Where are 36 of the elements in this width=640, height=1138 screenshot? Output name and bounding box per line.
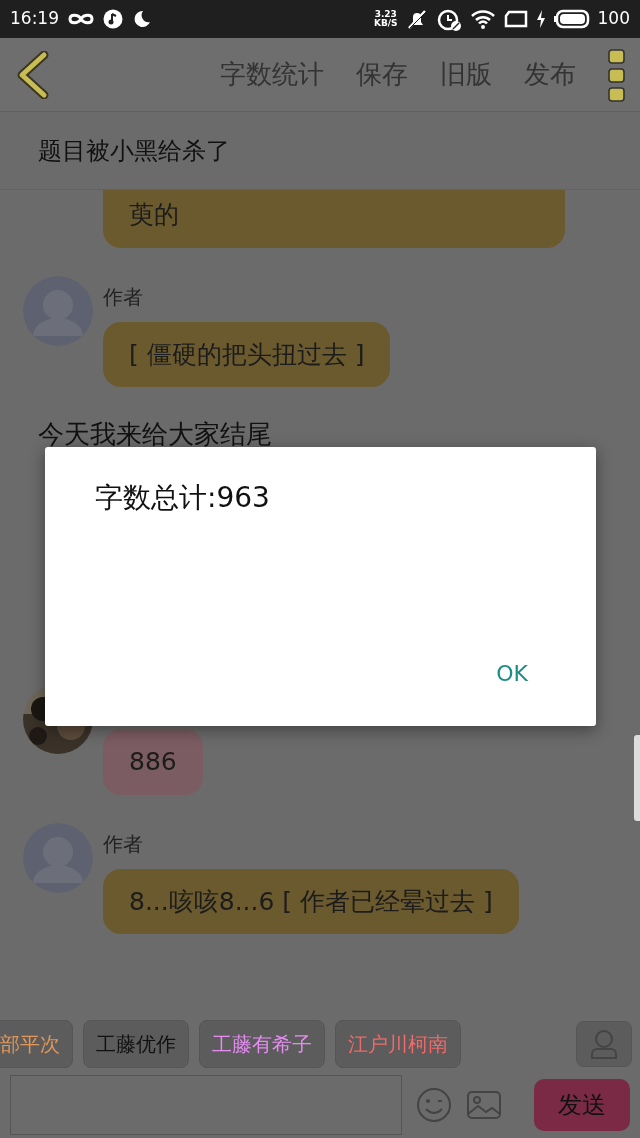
dialog-message: 字数总计:963 (95, 480, 271, 516)
back-icon[interactable] (16, 50, 50, 99)
music-note-icon (103, 9, 123, 29)
character-chip[interactable]: 部平次 (0, 1020, 73, 1068)
battery-level: 100 (597, 7, 630, 31)
screen-icon (503, 10, 528, 28)
charging-icon (535, 10, 546, 28)
battery-icon (553, 9, 590, 29)
message-bubble: 8...咳咳8...6 [ 作者已经晕过去 ] (103, 868, 519, 934)
toolbar-action[interactable]: 发布 (516, 55, 584, 94)
toolbar-action[interactable]: 旧版 (432, 55, 500, 94)
speed-value: 3.23 (373, 10, 398, 19)
character-chip[interactable]: 江户川柯南 (335, 1020, 461, 1068)
infinity-icon (67, 11, 95, 27)
sender-name: 作者 (103, 283, 143, 311)
message-bubble: 萸的 (103, 190, 565, 248)
speed-unit: KB/S (373, 19, 398, 28)
clock-time: 16:19 (10, 7, 59, 31)
character-chip[interactable]: 工藤有希子 (199, 1020, 325, 1068)
bell-off-icon (405, 8, 428, 30)
message-text: 今天我来给大家结尾 (37, 418, 273, 451)
sender-name: 作者 (103, 830, 143, 858)
person-icon (589, 1028, 619, 1060)
toolbar-action[interactable]: 字数统计 (212, 55, 332, 94)
ok-button[interactable]: OK (492, 655, 532, 692)
toolbar-action[interactable]: 保存 (348, 55, 416, 94)
character-button[interactable] (576, 1021, 632, 1067)
alarm-icon (435, 7, 462, 31)
message-bubble: [ 僵硬的把头扭过去 ] (103, 321, 391, 387)
image-icon[interactable] (466, 1090, 502, 1120)
wifi-icon (469, 9, 496, 29)
story-title: 题目被小黑给杀了 (38, 135, 230, 167)
send-button[interactable]: 发送 (534, 1079, 630, 1131)
character-chip[interactable]: 工藤优作 (83, 1020, 189, 1068)
message-bubble: 886 (103, 729, 203, 795)
smiley-icon[interactable] (416, 1087, 452, 1123)
